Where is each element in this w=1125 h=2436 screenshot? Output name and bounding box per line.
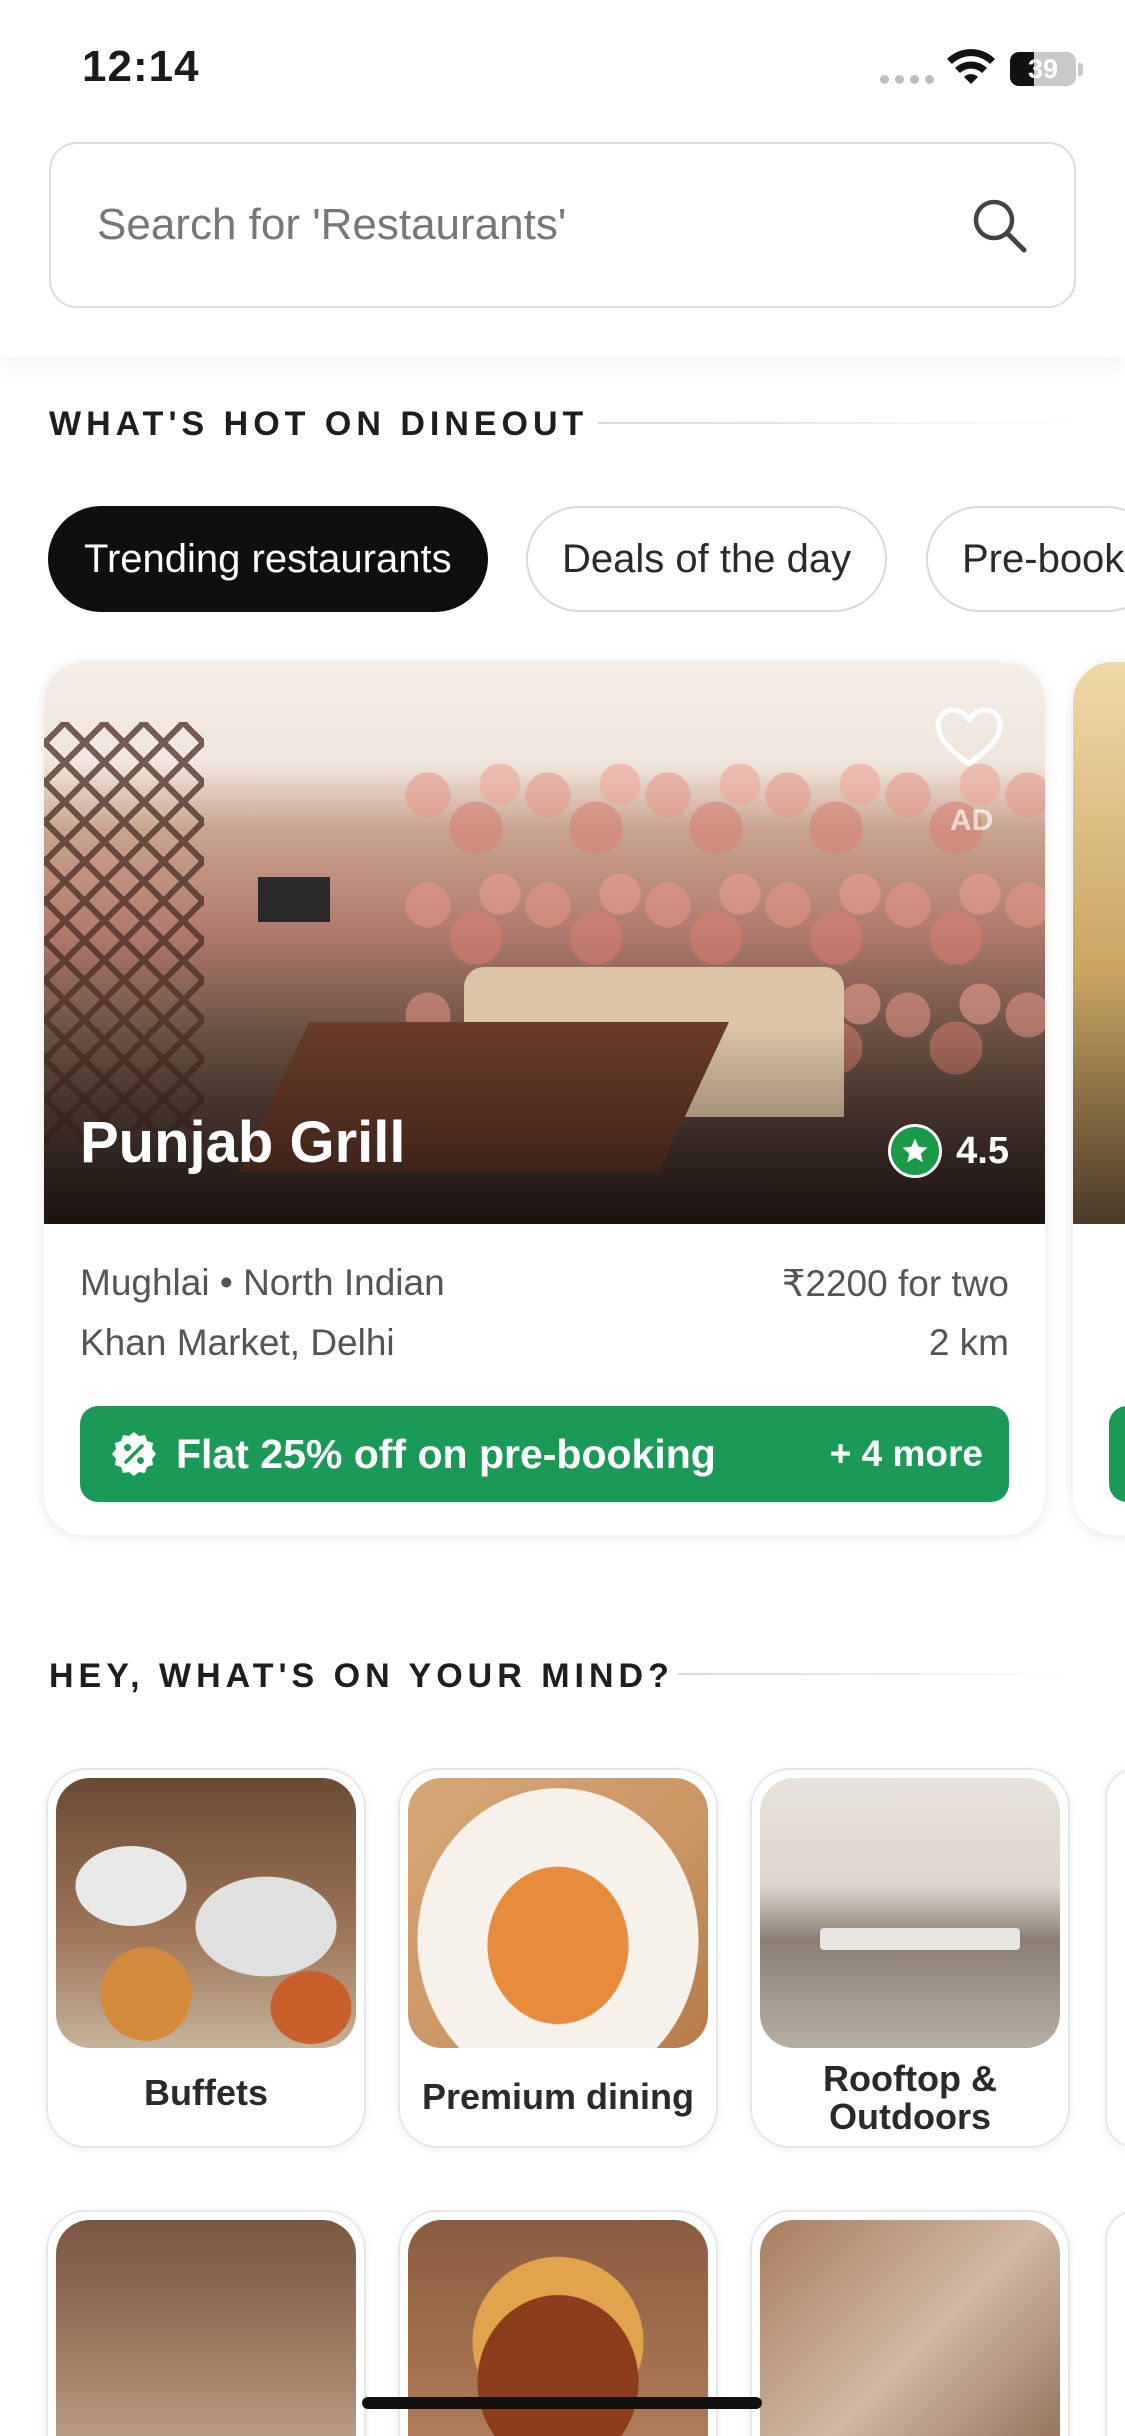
location-text: Khan Market, Delhi bbox=[80, 1322, 395, 1363]
search-placeholder: Search for 'Restaurants' bbox=[97, 200, 567, 249]
battery-tip bbox=[1078, 63, 1083, 76]
dineout-home-screen: 12:14 39 Search for 'Restaurants' WHAT'S… bbox=[0, 0, 1125, 2436]
cocktails-image bbox=[56, 2220, 356, 2436]
price-text: ₹2200 for two bbox=[781, 1263, 1009, 1304]
search-icon[interactable] bbox=[970, 196, 1030, 256]
rooftop-image bbox=[760, 1778, 1060, 2048]
restaurant-card-next[interactable] bbox=[1073, 662, 1125, 1535]
ad-label: AD bbox=[950, 804, 994, 837]
battery-level: 39 bbox=[1027, 54, 1059, 84]
cuisine-text: Mughlai • North Indian bbox=[80, 1262, 445, 1303]
rating-badge: 4.5 bbox=[888, 1124, 1009, 1178]
restaurant-card[interactable]: AD Punjab Grill 4.5 Mughlai • North Indi… bbox=[44, 662, 1045, 1535]
category-tile-next[interactable] bbox=[1105, 1768, 1125, 2148]
cuisine-row: Mughlai • North Indian ₹2200 for two bbox=[80, 1262, 1009, 1304]
star-icon bbox=[888, 1124, 943, 1178]
signal-icon bbox=[880, 75, 934, 84]
battery-icon: 39 bbox=[1010, 52, 1076, 86]
heart-icon[interactable] bbox=[934, 706, 1004, 770]
chip-trending-restaurants[interactable]: Trending restaurants bbox=[48, 506, 488, 612]
category-tile-premium-dining[interactable]: Premium dining bbox=[398, 1768, 718, 2148]
restaurant-name: Punjab Grill bbox=[80, 1110, 406, 1175]
category-label: Rooftop & Outdoors bbox=[823, 2058, 997, 2137]
wifi-icon bbox=[947, 49, 995, 84]
percent-badge-icon bbox=[112, 1432, 156, 1476]
buffets-image bbox=[56, 1778, 356, 2048]
category-tile-cocktails[interactable] bbox=[46, 2210, 366, 2436]
section-title-whats-on-your-mind: HEY, WHAT'S ON YOUR MIND? bbox=[49, 1657, 674, 1695]
section-title-whats-hot: WHAT'S HOT ON DINEOUT bbox=[49, 405, 589, 443]
search-input[interactable]: Search for 'Restaurants' bbox=[49, 142, 1076, 308]
filter-chips: Trending restaurants Deals of the day Pr… bbox=[48, 506, 1125, 614]
location-row: Khan Market, Delhi 2 km bbox=[80, 1322, 1009, 1364]
category-tile-family[interactable] bbox=[750, 2210, 1070, 2436]
rating-value: 4.5 bbox=[956, 1129, 1009, 1172]
home-indicator[interactable] bbox=[362, 2397, 762, 2409]
status-bar: 12:14 39 bbox=[0, 0, 1125, 135]
offer-banner[interactable]: Flat 25% off on pre-booking + 4 more bbox=[80, 1406, 1009, 1502]
family-image bbox=[760, 2220, 1060, 2436]
category-tile-buffets[interactable]: Buffets bbox=[46, 1768, 366, 2148]
divider bbox=[598, 422, 1078, 424]
category-tile-next[interactable] bbox=[1105, 2210, 1125, 2436]
offer-more[interactable]: + 4 more bbox=[830, 1406, 983, 1502]
chip-deals-of-the-day[interactable]: Deals of the day bbox=[526, 506, 888, 612]
status-time: 12:14 bbox=[82, 42, 200, 91]
distance-text: 2 km bbox=[928, 1322, 1009, 1363]
offer-text: Flat 25% off on pre-booking bbox=[176, 1431, 716, 1477]
chip-pre-book[interactable]: Pre-book bbox=[926, 506, 1125, 612]
search-header: Search for 'Restaurants' bbox=[0, 135, 1125, 357]
restaurant-image: AD Punjab Grill 4.5 bbox=[44, 662, 1045, 1224]
category-tile-rooftop-outdoors[interactable]: Rooftop & Outdoors bbox=[750, 1768, 1070, 2148]
premium-dining-image bbox=[408, 1778, 708, 2048]
category-label: Premium dining bbox=[421, 2076, 695, 2117]
category-label: Buffets bbox=[144, 2072, 268, 2113]
divider bbox=[678, 1673, 1078, 1675]
